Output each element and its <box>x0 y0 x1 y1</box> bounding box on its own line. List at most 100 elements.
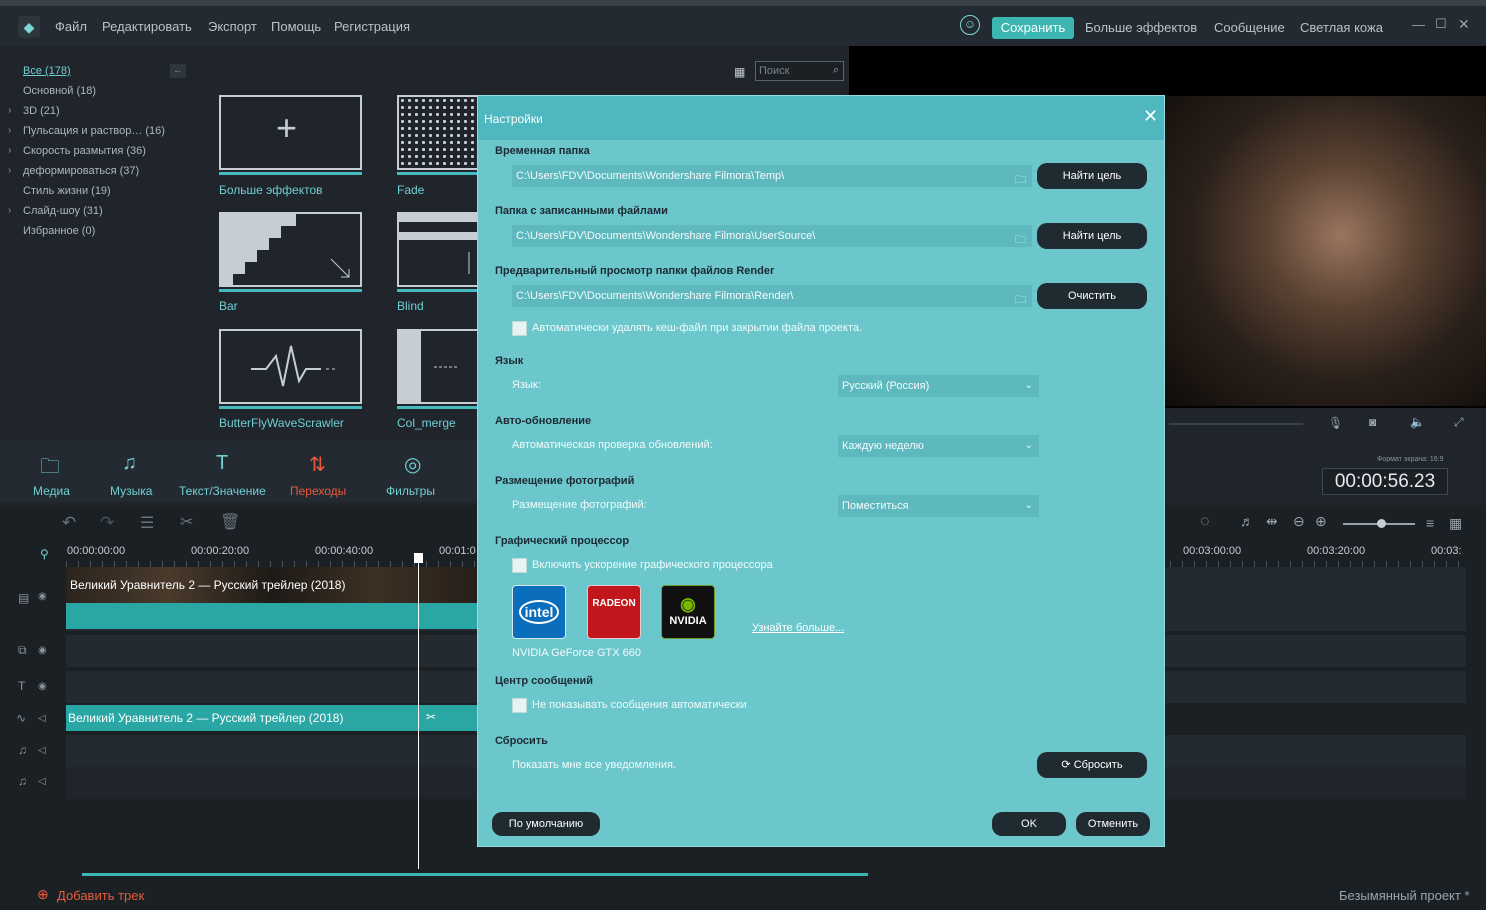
snapshot-icon[interactable]: ◙ <box>1369 415 1376 429</box>
folder-icon[interactable]: 🗀 <box>40 452 60 486</box>
add-track-button[interactable]: Добавить трек <box>57 888 144 903</box>
tab-music[interactable]: Музыка <box>110 484 152 498</box>
eye-icon[interactable]: ◉ <box>38 645 47 656</box>
music-note-icon[interactable]: ♫ <box>122 452 137 475</box>
grid-view-icon[interactable]: ▦ <box>1449 515 1462 532</box>
recorded-folder-field[interactable]: C:\Users\FDV\Documents\Wondershare Filmo… <box>512 225 1032 247</box>
more-effects-link[interactable]: Больше эффектов <box>1085 20 1197 35</box>
folder-icon[interactable]: 🗀 <box>1015 229 1026 251</box>
account-icon[interactable]: ☺ <box>960 15 980 35</box>
zoom-out-icon[interactable]: ⊖ <box>1293 513 1305 530</box>
expand-caret-icon[interactable]: › <box>8 125 11 136</box>
transition-icon[interactable]: ⇅ <box>309 452 326 477</box>
category-item[interactable]: Стиль жизни (19) <box>23 185 111 197</box>
dialog-close-icon[interactable]: ✕ <box>1143 106 1158 127</box>
category-item[interactable]: 3D (21) <box>23 105 60 117</box>
render-folder-field[interactable]: C:\Users\FDV\Documents\Wondershare Filmo… <box>512 285 1032 307</box>
scissors-icon[interactable]: ✂ <box>180 512 193 532</box>
volume-icon[interactable]: 🔈 <box>1410 415 1425 429</box>
close-icon[interactable]: ✕ <box>1458 16 1470 33</box>
fit-icon[interactable]: ⇹ <box>1266 513 1278 530</box>
eye-icon[interactable]: ◉ <box>38 591 47 602</box>
default-button[interactable]: По умолчанию <box>492 812 600 836</box>
video-clip-audio[interactable] <box>66 603 478 629</box>
adjust-icon[interactable]: ☰ <box>140 513 154 533</box>
text-icon[interactable]: T <box>216 452 228 475</box>
update-select[interactable]: Каждую неделю ⌄ <box>838 435 1039 457</box>
photo-select[interactable]: Поместиться ⌄ <box>838 495 1039 517</box>
collapse-arrow-icon[interactable]: ← <box>170 64 186 78</box>
playhead[interactable] <box>418 553 419 869</box>
language-select[interactable]: Русский (Россия) ⌄ <box>838 375 1039 397</box>
redo-icon[interactable]: ↷ <box>100 513 114 533</box>
speaker-icon[interactable]: ◁ <box>38 776 46 787</box>
learn-more-link[interactable]: Узнайте больше... <box>752 622 844 634</box>
tab-media[interactable]: Медиа <box>33 484 70 498</box>
menu-help[interactable]: Помощь <box>271 19 321 34</box>
ok-button[interactable]: OK <box>992 812 1066 836</box>
menu-edit[interactable]: Редактировать <box>102 19 192 34</box>
zoom-slider-thumb[interactable] <box>1377 519 1386 528</box>
message-checkbox[interactable] <box>512 698 527 713</box>
search-input[interactable]: Поиск ⌕ <box>755 61 844 81</box>
category-item[interactable]: Слайд-шоу (31) <box>23 205 103 217</box>
find-target-button[interactable]: Найти цель <box>1037 223 1147 249</box>
zoom-in-icon[interactable]: ⊕ <box>1315 513 1327 530</box>
menu-file[interactable]: Файл <box>55 19 87 34</box>
search-placeholder: Поиск <box>759 65 790 77</box>
category-item[interactable]: Пульсация и раствор… (16) <box>23 125 165 137</box>
reset-button[interactable]: ⟳ Сбросить <box>1037 752 1147 778</box>
fullscreen-icon[interactable]: ⤢ <box>1454 415 1464 430</box>
expand-caret-icon[interactable]: › <box>8 105 11 116</box>
gpu-checkbox[interactable] <box>512 558 527 573</box>
folder-icon[interactable]: 🗀 <box>1015 169 1026 191</box>
category-item[interactable]: Скорость размытия (36) <box>23 145 146 157</box>
filter-icon[interactable]: ◎ <box>404 452 421 477</box>
speaker-icon[interactable]: ◁ <box>38 745 46 756</box>
find-target-button[interactable]: Найти цель <box>1037 163 1147 189</box>
tile-butterfly[interactable] <box>219 329 362 404</box>
tab-filters[interactable]: Фильтры <box>386 484 435 498</box>
speaker-icon[interactable]: ◁ <box>38 713 46 724</box>
category-item[interactable]: Основной (18) <box>23 85 96 97</box>
add-track-icon[interactable]: ⊕ <box>37 886 49 903</box>
trash-icon[interactable]: 🗑 <box>220 512 240 532</box>
list-view-icon[interactable]: ≡ <box>1426 515 1434 531</box>
category-item[interactable]: деформироваться (37) <box>23 165 139 177</box>
tab-text[interactable]: Текст/Значение <box>179 484 266 498</box>
auto-delete-checkbox[interactable] <box>512 321 527 336</box>
tile-more-effects[interactable]: + <box>219 95 362 170</box>
grid-view-icon[interactable]: ▦ <box>734 65 745 79</box>
expand-caret-icon[interactable]: › <box>8 145 11 156</box>
render-icon[interactable]: ◌ <box>1200 513 1210 531</box>
timeline-scrollbar[interactable] <box>82 873 868 876</box>
cancel-button[interactable]: Отменить <box>1076 812 1150 836</box>
temp-folder-field[interactable]: C:\Users\FDV\Documents\Wondershare Filmo… <box>512 165 1032 187</box>
audio-clip[interactable]: Великий Уравнитель 2 — Русский трейлер (… <box>66 705 478 731</box>
tab-transitions[interactable]: Переходы <box>290 484 346 498</box>
save-button[interactable]: Сохранить <box>992 17 1074 39</box>
expand-caret-icon[interactable]: › <box>8 205 11 216</box>
undo-icon[interactable]: ↶ <box>62 513 76 533</box>
split-scissors-icon[interactable]: ✂ <box>426 710 436 724</box>
category-item[interactable]: Избранное (0) <box>23 225 95 237</box>
menu-export[interactable]: Экспорт <box>208 19 257 34</box>
minimize-icon[interactable]: — <box>1412 17 1425 32</box>
preview-scrubber[interactable] <box>1169 423 1303 425</box>
folder-icon[interactable]: 🗀 <box>1015 289 1026 311</box>
marker-icon[interactable]: ⚲ <box>40 547 49 561</box>
audio-mixer-icon[interactable]: ♬ <box>1240 513 1254 529</box>
eye-icon[interactable]: ◉ <box>38 681 47 692</box>
expand-caret-icon[interactable]: › <box>8 165 11 176</box>
playhead-handle[interactable] <box>414 553 423 563</box>
video-clip[interactable]: Великий Уравнитель 2 — Русский трейлер (… <box>66 567 478 603</box>
message-link[interactable]: Сообщение <box>1214 20 1285 35</box>
menu-register[interactable]: Регистрация <box>334 19 410 34</box>
tile-bar-transition[interactable] <box>219 212 362 287</box>
microphone-icon[interactable]: 🎙 <box>1328 416 1343 430</box>
search-icon[interactable]: ⌕ <box>833 64 839 77</box>
light-skin-link[interactable]: Светлая кожа <box>1300 20 1383 35</box>
clear-button[interactable]: Очистить <box>1037 283 1147 309</box>
category-all[interactable]: Все (178) <box>23 65 71 77</box>
maximize-icon[interactable]: ☐ <box>1435 16 1447 32</box>
